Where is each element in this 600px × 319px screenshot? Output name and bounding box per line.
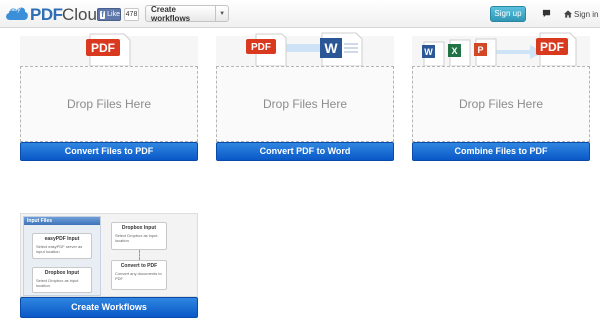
convert-files-card: PDF Drop Files Here Convert Files to PDF [20, 30, 198, 162]
workflow-node-title: Convert to PDF [120, 263, 158, 269]
chevron-down-icon[interactable]: ▼ [215, 6, 228, 21]
workflow-preview-image: Input Files easyPDF Input Select easyPDF… [20, 213, 198, 297]
drop-zone[interactable]: Drop Files Here [412, 66, 590, 142]
svg-text:X: X [451, 46, 457, 56]
workflow-node-desc: Convert any documents to PDF [115, 271, 162, 281]
svg-text:P: P [477, 45, 483, 55]
combine-documents-art: W X P PDF [412, 32, 590, 66]
pdf-to-word-art: PDF W [216, 32, 394, 66]
logo-pdf-text: PDF [30, 5, 63, 24]
svg-text:W: W [324, 40, 338, 56]
facebook-like-count: 478 [124, 8, 139, 21]
facebook-like-button[interactable]: f Like [97, 8, 121, 21]
workflow-node: easyPDF Input Select easyPDF server as i… [32, 233, 92, 259]
top-bar: easy PDF Cloud f Like 478 Create workflo… [0, 0, 600, 28]
workflow-connector [139, 250, 140, 260]
home-icon [564, 10, 572, 18]
create-workflows-card: Input Files easyPDF Input Select easyPDF… [20, 213, 198, 318]
facebook-icon: f [100, 9, 106, 19]
create-workflows-label: Create workflows [151, 4, 191, 23]
drop-zone[interactable]: Drop Files Here [216, 66, 394, 142]
workflow-node-title: easyPDF Input [44, 236, 80, 242]
facebook-like-label: Like [107, 11, 120, 18]
drop-zone[interactable]: Drop Files Here [20, 66, 198, 142]
convert-pdf-to-word-card: PDF W Drop Files Here Convert PDF to Wor… [216, 30, 394, 162]
workflow-node-desc: Select Dropbox as input location [115, 233, 158, 243]
sign-up-button[interactable]: Sign up [490, 6, 526, 22]
create-workflows-dropdown[interactable]: Create workflows ▼ [145, 4, 229, 23]
combine-files-card: W X P PDF Drop Files Here Combine Files … [412, 30, 590, 162]
logo-easy-text: easy [8, 7, 21, 13]
input-files-panel: Input Files easyPDF Input Select easyPDF… [23, 216, 101, 296]
workflow-node-title: Dropbox Input [121, 225, 157, 231]
sign-in-label: Sign in [574, 9, 599, 19]
sign-in-link[interactable]: Sign in [564, 9, 598, 19]
pdf-badge-text: PDF [251, 42, 271, 53]
create-workflows-button[interactable]: Create Workflows [20, 297, 198, 318]
pdf-badge-text: PDF [91, 41, 115, 55]
workflow-node-title: Dropbox Input [44, 270, 80, 276]
workflow-node: Dropbox Input Select Dropbox as input lo… [111, 222, 167, 250]
convert-pdf-to-word-button[interactable]: Convert PDF to Word [216, 142, 394, 161]
pdf-document-art: PDF [20, 33, 198, 66]
chat-icon[interactable] [542, 9, 551, 18]
workflow-node-desc: Select easyPDF server as input location [36, 244, 83, 254]
workflow-node-desc: Select Dropbox as input location [36, 278, 79, 288]
pdf-badge-text: PDF [540, 40, 564, 54]
combine-files-to-pdf-button[interactable]: Combine Files to PDF [412, 142, 590, 161]
workflow-node: Convert to PDF Convert any documents to … [111, 260, 167, 290]
input-files-panel-title: Input Files [24, 217, 100, 225]
workflow-node: Dropbox Input Select Dropbox as input lo… [32, 267, 92, 293]
logo[interactable]: easy PDF Cloud [4, 3, 106, 25]
svg-text:W: W [424, 47, 433, 57]
convert-files-to-pdf-button[interactable]: Convert Files to PDF [20, 142, 198, 161]
